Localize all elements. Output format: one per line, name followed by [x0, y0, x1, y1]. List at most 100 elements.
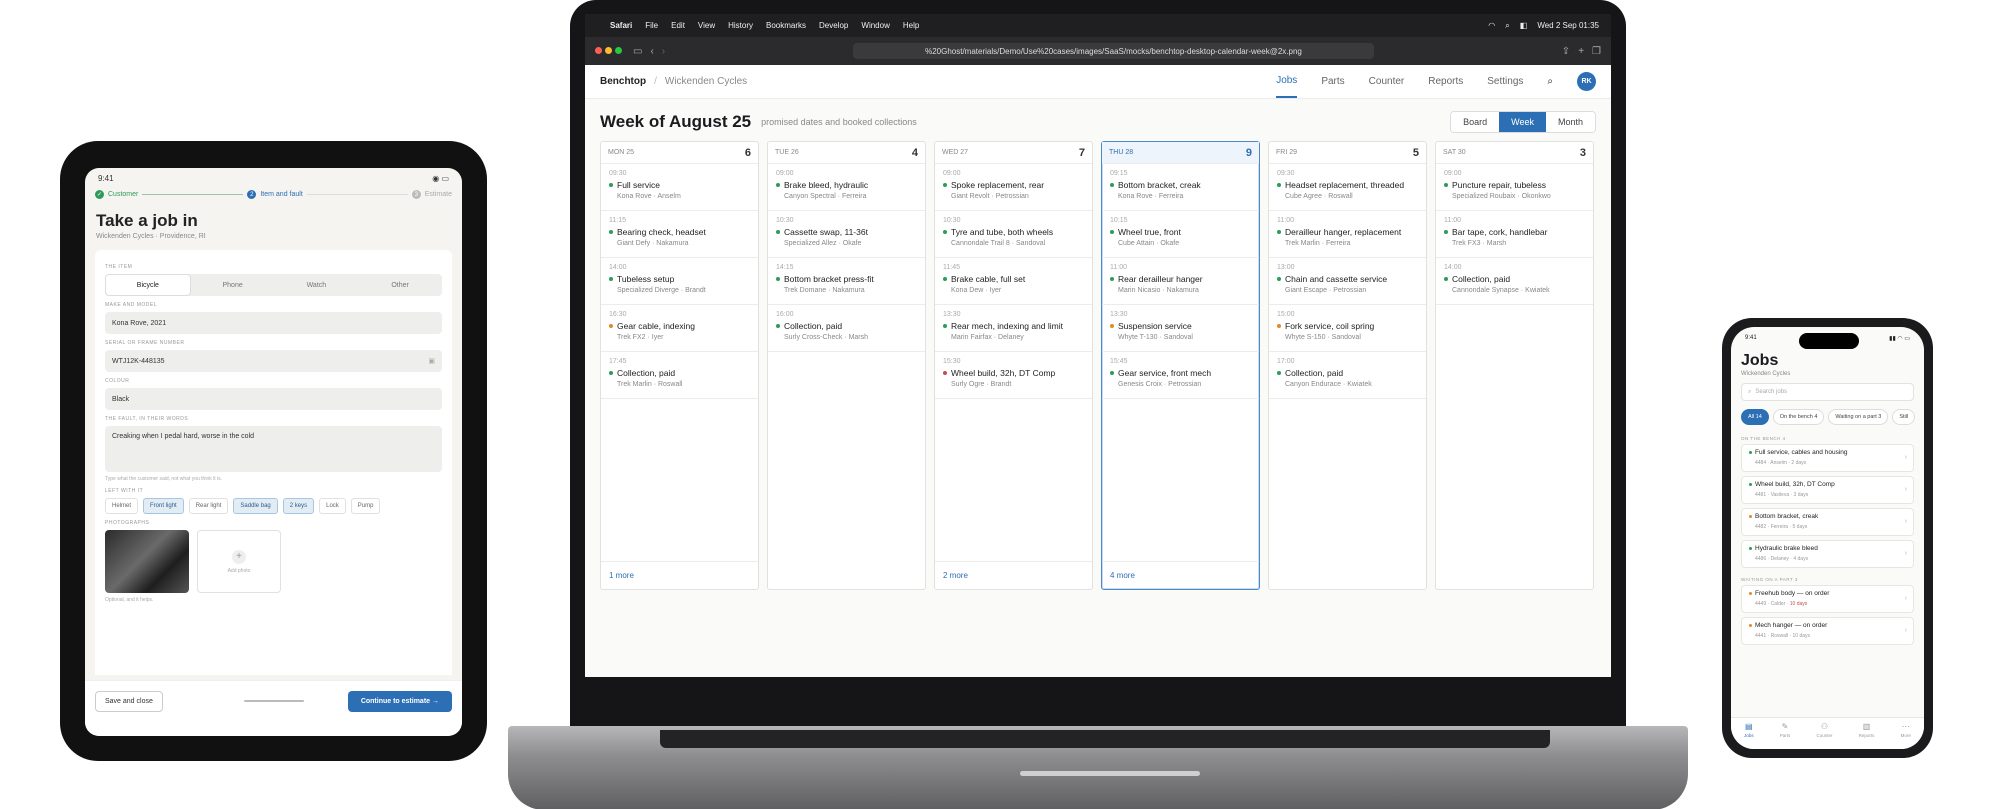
left-with-chip[interactable]: 2 keys — [282, 498, 315, 514]
menubar-item[interactable]: History — [728, 21, 753, 30]
control-center-icon[interactable]: ◧ — [1520, 21, 1528, 30]
menubar-item[interactable]: Develop — [819, 21, 848, 30]
job-card[interactable]: 17:00 Collection, paid Canyon Endurace · K… — [1269, 352, 1426, 399]
filter-chip[interactable]: On the bench 4 — [1772, 409, 1825, 425]
nav-tab-settings[interactable]: Settings — [1487, 66, 1523, 97]
nav-tab-jobs[interactable]: Jobs — [1276, 65, 1298, 98]
list-item[interactable]: Wheel build, 32h, DT Comp 4481 · Vasileva… — [1741, 476, 1914, 504]
more-link[interactable]: 4 more — [1102, 561, 1259, 589]
item-type-option[interactable]: Bicycle — [105, 274, 191, 296]
search-icon[interactable]: ⌕ — [1547, 76, 1553, 87]
left-with-chip[interactable]: Lock — [319, 498, 346, 514]
continue-button[interactable]: Continue to estimate → — [347, 691, 452, 712]
left-with-chip[interactable]: Rear light — [188, 498, 229, 514]
wifi-icon[interactable]: ◠ — [1488, 21, 1495, 30]
forward-icon[interactable]: › — [662, 46, 665, 57]
step-label[interactable]: Customer — [108, 191, 138, 198]
job-card[interactable]: 10:30 Tyre and tube, both wheels Cannondal… — [935, 211, 1092, 258]
step-label[interactable]: Item and fault — [260, 191, 302, 198]
menubar-item[interactable]: View — [698, 21, 715, 30]
job-card[interactable]: 11:45 Brake cable, full set Kona Dew · Iye… — [935, 258, 1092, 305]
tab-parts[interactable]: ✎ Parts — [1780, 723, 1791, 749]
job-card[interactable]: 17:45 Collection, paid Trek Marlin · Roswa… — [601, 352, 758, 399]
job-card[interactable]: 13:30 Rear mech, indexing and limit Marin … — [935, 305, 1092, 352]
new-tab-icon[interactable]: + — [1578, 46, 1584, 57]
job-card[interactable]: 15:30 Wheel build, 32h, DT Comp Surly Ogre… — [935, 352, 1092, 399]
job-card[interactable]: 10:30 Cassette swap, 11-36t Specialized Al… — [768, 211, 925, 258]
tab-more[interactable]: ⋯ More — [1901, 723, 1911, 749]
add-photo-button[interactable]: + Add photo — [197, 530, 281, 593]
view-week-button[interactable]: Week — [1499, 112, 1546, 132]
tabs-icon[interactable]: ❐ — [1592, 46, 1601, 57]
left-with-chip[interactable]: Saddle bag — [233, 498, 278, 514]
more-link[interactable]: 1 more — [601, 561, 758, 589]
filter-chip[interactable]: Waiting on a part 3 — [1828, 409, 1889, 425]
tab-jobs[interactable]: ▤ Jobs — [1744, 723, 1754, 749]
left-with-chip[interactable]: Front light — [143, 498, 184, 514]
job-card[interactable]: 10:15 Wheel true, front Cube Attain · Okaf… — [1102, 211, 1259, 258]
job-card[interactable]: 11:15 Bearing check, headset Giant Defy · … — [601, 211, 758, 258]
job-card[interactable]: 13:30 Suspension service Whyte T-130 · San… — [1102, 305, 1259, 352]
job-card[interactable]: 09:15 Bottom bracket, creak Kona Rove · Fe… — [1102, 164, 1259, 211]
job-card[interactable]: 09:00 Puncture repair, tubeless Specialize… — [1436, 164, 1593, 211]
nav-tab-counter[interactable]: Counter — [1369, 66, 1405, 97]
step-label[interactable]: Estimate — [425, 191, 452, 198]
back-icon[interactable]: ‹ — [650, 46, 653, 57]
menubar-item[interactable]: File — [645, 21, 658, 30]
list-item[interactable]: Full service, cables and housing 4484 · A… — [1741, 444, 1914, 472]
window-controls[interactable] — [595, 46, 625, 57]
job-card[interactable]: 09:30 Full service Kona Rove · Anselm — [601, 164, 758, 211]
menubar-app[interactable]: Safari — [610, 21, 632, 30]
left-with-chip[interactable]: Pump — [350, 498, 381, 514]
left-with-chip[interactable]: Helmet — [105, 498, 139, 514]
job-card[interactable]: 09:00 Brake bleed, hydraulic Canyon Spectr… — [768, 164, 925, 211]
org-name[interactable]: Wickenden Cycles — [665, 76, 747, 87]
nav-tab-reports[interactable]: Reports — [1428, 66, 1463, 97]
sidebar-icon[interactable]: ▭ — [633, 46, 642, 57]
menubar-item[interactable]: Bookmarks — [766, 21, 806, 30]
item-type-option[interactable]: Watch — [275, 274, 359, 296]
job-card[interactable]: 11:00 Bar tape, cork, handlebar Trek FX3 ·… — [1436, 211, 1593, 258]
tab-reports[interactable]: ▥ Reports — [1859, 723, 1875, 749]
job-card[interactable]: 15:45 Gear service, front mech Genesis Cro… — [1102, 352, 1259, 399]
make-model-field[interactable]: Kona Rove, 2021 — [105, 312, 442, 334]
search-icon[interactable]: ⌕ — [1505, 21, 1509, 31]
job-card[interactable]: 11:00 Rear derailleur hanger Marin Nicasio… — [1102, 258, 1259, 305]
menubar-item[interactable]: Window — [861, 21, 889, 30]
save-and-close-button[interactable]: Save and close — [95, 691, 163, 712]
job-card[interactable]: 16:30 Gear cable, indexing Trek FX2 · Iyer — [601, 305, 758, 352]
more-link[interactable]: 2 more — [935, 561, 1092, 589]
brand[interactable]: Benchtop — [600, 76, 646, 87]
menubar-item[interactable]: Help — [903, 21, 919, 30]
tab-counter[interactable]: ⚇ Counter — [1816, 723, 1832, 749]
job-card[interactable]: 09:00 Spoke replacement, rear Giant Revolt… — [935, 164, 1092, 211]
job-card[interactable]: 16:00 Collection, paid Surly Cross-Check ·… — [768, 305, 925, 352]
list-item[interactable]: Mech hanger — on order 4441 · Roswall · 1… — [1741, 617, 1914, 645]
view-month-button[interactable]: Month — [1545, 112, 1595, 132]
view-board-button[interactable]: Board — [1451, 112, 1500, 132]
filter-chip[interactable]: All 14 — [1741, 409, 1769, 425]
serial-field[interactable]: WTJ12K-448135 ▣ — [105, 350, 442, 372]
scan-icon[interactable]: ▣ — [428, 357, 435, 365]
colour-field[interactable]: Black — [105, 388, 442, 410]
search-input[interactable]: ⌕ Search jobs — [1741, 383, 1914, 401]
list-item[interactable]: Bottom bracket, creak 4482 · Ferreira · 5… — [1741, 508, 1914, 536]
job-card[interactable]: 14:15 Bottom bracket press-fit Trek Domane… — [768, 258, 925, 305]
share-icon[interactable]: ⇪ — [1562, 46, 1570, 57]
fault-field[interactable]: Creaking when I pedal hard, worse in the… — [105, 426, 442, 472]
job-card[interactable]: 14:00 Collection, paid Cannondale Synapse … — [1436, 258, 1593, 305]
item-type-segmented[interactable]: Bicycle Phone Watch Other — [105, 274, 442, 296]
avatar[interactable]: RK — [1577, 72, 1596, 91]
job-card[interactable]: 14:00 Tubeless setup Specialized Diverge ·… — [601, 258, 758, 305]
menubar-item[interactable]: Edit — [671, 21, 685, 30]
filter-chip[interactable]: Still — [1892, 409, 1916, 425]
job-card[interactable]: 15:00 Fork service, coil spring Whyte S-15… — [1269, 305, 1426, 352]
address-bar[interactable]: %20Ghost/materials/Demo/Use%20cases/imag… — [853, 43, 1374, 59]
job-card[interactable]: 11:00 Derailleur hanger, replacement Trek … — [1269, 211, 1426, 258]
job-card[interactable]: 09:30 Headset replacement, threaded Cube A… — [1269, 164, 1426, 211]
job-card[interactable]: 13:00 Chain and cassette service Giant Esc… — [1269, 258, 1426, 305]
item-type-option[interactable]: Other — [358, 274, 442, 296]
nav-tab-parts[interactable]: Parts — [1321, 66, 1344, 97]
item-type-option[interactable]: Phone — [191, 274, 275, 296]
list-item[interactable]: Hydraulic brake bleed 4486 · Delaney · 4 … — [1741, 540, 1914, 568]
